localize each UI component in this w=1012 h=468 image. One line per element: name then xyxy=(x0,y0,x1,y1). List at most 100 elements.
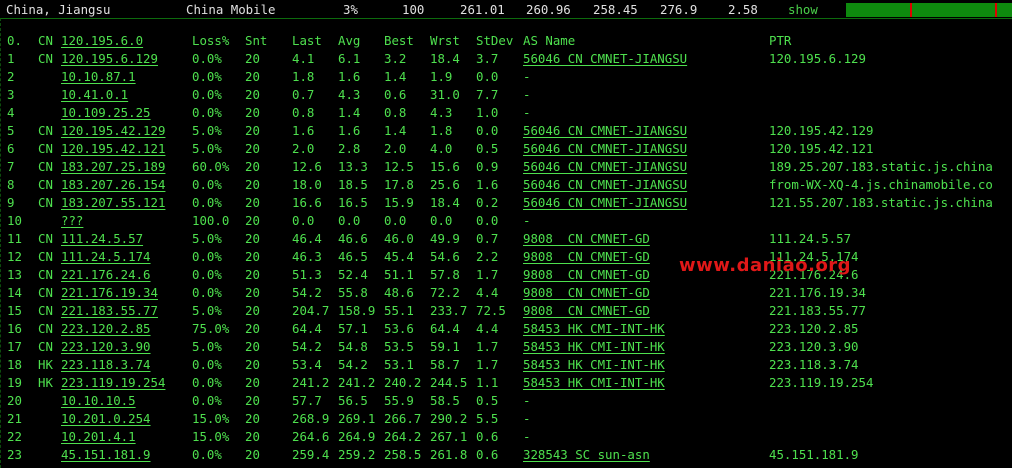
hop-host-link[interactable]: 221.176.24.6 xyxy=(61,266,151,284)
hop-as-link[interactable]: 58453 HK CMI-INT-HK xyxy=(523,338,665,356)
worst-summary: 276.9 xyxy=(660,2,698,17)
hop-host-link[interactable]: 120.195.42.129 xyxy=(61,122,165,140)
hop-host-link[interactable]: 223.120.3.90 xyxy=(61,338,151,356)
hop-host-link[interactable]: 183.207.25.189 xyxy=(61,158,165,176)
hop-host-link[interactable]: 183.207.26.154 xyxy=(61,176,165,194)
hop-number: 18 xyxy=(7,357,22,372)
hop-host-link[interactable]: 10.10.10.5 xyxy=(61,392,136,410)
hop-avg: 16.5 xyxy=(338,195,368,210)
hop-as-link: - xyxy=(523,393,531,408)
table-row: 11 CN 111.24.5.57 5.0% 20 46.4 46.6 46.0 49.9 0.7… xyxy=(1,230,1012,248)
hop-host-link[interactable]: 223.120.2.85 xyxy=(61,320,151,338)
hop-sent: 20 xyxy=(245,195,260,210)
hop-best: 12.5 xyxy=(384,159,414,174)
hop-avg: 241.2 xyxy=(338,375,376,390)
sent-summary: 100 xyxy=(402,2,425,17)
hop-worst: 1.8 xyxy=(430,123,453,138)
hop-stdev: 0.5 xyxy=(476,141,499,156)
hop-host-link[interactable]: 10.201.0.254 xyxy=(61,410,151,428)
hop-as-link[interactable]: 56046 CN CMNET-JIANGSU xyxy=(523,176,687,194)
hop-worst: 267.1 xyxy=(430,429,468,444)
hop-last: 241.2 xyxy=(292,375,330,390)
hop-loss: 60.0% xyxy=(192,159,230,174)
hop-host-link[interactable]: 223.118.3.74 xyxy=(61,356,151,374)
hop-avg: 264.9 xyxy=(338,429,376,444)
hop-host-link[interactable]: 10.109.25.25 xyxy=(61,104,151,122)
header-avg: Avg xyxy=(338,33,361,48)
hop-as-link[interactable]: 56046 CN CMNET-JIANGSU xyxy=(523,158,687,176)
hop-as-link[interactable]: 56046 CN CMNET-JIANGSU xyxy=(523,140,687,158)
table-row: 15 CN 221.183.55.77 5.0% 20 204.7 158.9 55.1 233… xyxy=(1,302,1012,320)
hop-avg: 259.2 xyxy=(338,447,376,462)
hop-as-link[interactable]: 328543 SC sun-asn xyxy=(523,446,650,464)
table-row: 9 CN 183.207.55.121 0.0% 20 16.6 16.5 15.9 18.4 0… xyxy=(1,194,1012,212)
hop-as-link: - xyxy=(523,69,531,84)
show-link[interactable]: show xyxy=(788,2,818,17)
hop-as-link[interactable]: 9808 CN CMNET-GD xyxy=(523,248,650,266)
hop-host-link[interactable]: 120.195.42.121 xyxy=(61,140,165,158)
header-ptr: PTR xyxy=(769,33,792,48)
hop-worst: 4.3 xyxy=(430,105,453,120)
hop-stdev: 0.6 xyxy=(476,447,499,462)
hop-best: 266.7 xyxy=(384,411,422,426)
hop-as-link[interactable]: 9808 CN CMNET-GD xyxy=(523,284,650,302)
hop-stdev: 0.0 xyxy=(476,213,499,228)
hop-best: 258.5 xyxy=(384,447,422,462)
isp-label: China Mobile xyxy=(186,2,276,17)
hop-ptr: 120.195.42.121 xyxy=(769,141,874,156)
hop-number: 3 xyxy=(7,87,15,102)
hop-avg: 4.3 xyxy=(338,87,361,102)
hop-worst: 18.4 xyxy=(430,51,460,66)
hop-as-link[interactable]: 56046 CN CMNET-JIANGSU xyxy=(523,194,687,212)
hop-host-link[interactable]: 183.207.55.121 xyxy=(61,194,165,212)
hop-number: 13 xyxy=(7,267,22,282)
hop-sent: 20 xyxy=(245,51,260,66)
hop-worst: 244.5 xyxy=(430,375,468,390)
hop-host-link[interactable]: 10.10.87.1 xyxy=(61,68,136,86)
hop-as-link[interactable]: 58453 HK CMI-INT-HK xyxy=(523,374,665,392)
hop-host-link[interactable]: 221.183.55.77 xyxy=(61,302,158,320)
hop-as-link[interactable]: 9808 CN CMNET-GD xyxy=(523,230,650,248)
hop-as-link: - xyxy=(523,213,531,228)
hop-loss: 0.0% xyxy=(192,249,222,264)
hop-as-link[interactable]: 58453 HK CMI-INT-HK xyxy=(523,356,665,374)
hop-sent: 20 xyxy=(245,159,260,174)
table-row: 4 10.109.25.25 0.0% 20 0.8 1.4 0.8 4.3 1.0 - xyxy=(1,104,1012,122)
table-row: 17 CN 223.120.3.90 5.0% 20 54.2 54.8 53.5 59.1 1.… xyxy=(1,338,1012,356)
hop-best: 1.4 xyxy=(384,69,407,84)
hop-host-link[interactable]: 111.24.5.174 xyxy=(61,248,151,266)
hop-best: 0.8 xyxy=(384,105,407,120)
hop-stdev: 1.7 xyxy=(476,357,499,372)
hop-host-link[interactable]: 111.24.5.57 xyxy=(61,230,143,248)
watermark-text: www.daniao.org xyxy=(679,255,852,276)
hop-worst: 233.7 xyxy=(430,303,468,318)
hop-country: CN xyxy=(38,321,53,336)
hop-as-link[interactable]: 56046 CN CMNET-JIANGSU xyxy=(523,122,687,140)
hop-country: CN xyxy=(38,177,53,192)
hop-as-link[interactable]: 58453 HK CMI-INT-HK xyxy=(523,320,665,338)
header-cc: CN xyxy=(38,33,53,48)
hop-host-link[interactable]: ??? xyxy=(61,212,83,230)
hop-loss: 0.0% xyxy=(192,375,222,390)
latency-bar xyxy=(846,3,1012,17)
table-row: 19 HK 223.119.19.254 0.0% 20 241.2 241.2 240.2 2… xyxy=(1,374,1012,392)
hop-best: 264.2 xyxy=(384,429,422,444)
hop-host-link[interactable]: 120.195.6.129 xyxy=(61,50,158,68)
hop-as-link[interactable]: 9808 CN CMNET-GD xyxy=(523,266,650,284)
header-host[interactable]: 120.195.6.0 xyxy=(61,32,143,50)
hop-best: 46.0 xyxy=(384,231,414,246)
hop-host-link[interactable]: 223.119.19.254 xyxy=(61,374,165,392)
hop-host-link[interactable]: 10.201.4.1 xyxy=(61,428,136,446)
hop-stdev: 4.4 xyxy=(476,285,499,300)
hop-host-link[interactable]: 221.176.19.34 xyxy=(61,284,158,302)
location-label: China, Jiangsu xyxy=(6,2,111,17)
hop-as-link[interactable]: 56046 CN CMNET-JIANGSU xyxy=(523,50,687,68)
hop-host-link[interactable]: 45.151.181.9 xyxy=(61,446,151,464)
hop-loss: 15.0% xyxy=(192,411,230,426)
hop-as-link[interactable]: 9808 CN CMNET-GD xyxy=(523,302,650,320)
hop-host-link[interactable]: 10.41.0.1 xyxy=(61,86,128,104)
hop-sent: 20 xyxy=(245,429,260,444)
hop-number: 4 xyxy=(7,105,15,120)
hop-best: 51.1 xyxy=(384,267,414,282)
header-best: Best xyxy=(384,33,414,48)
